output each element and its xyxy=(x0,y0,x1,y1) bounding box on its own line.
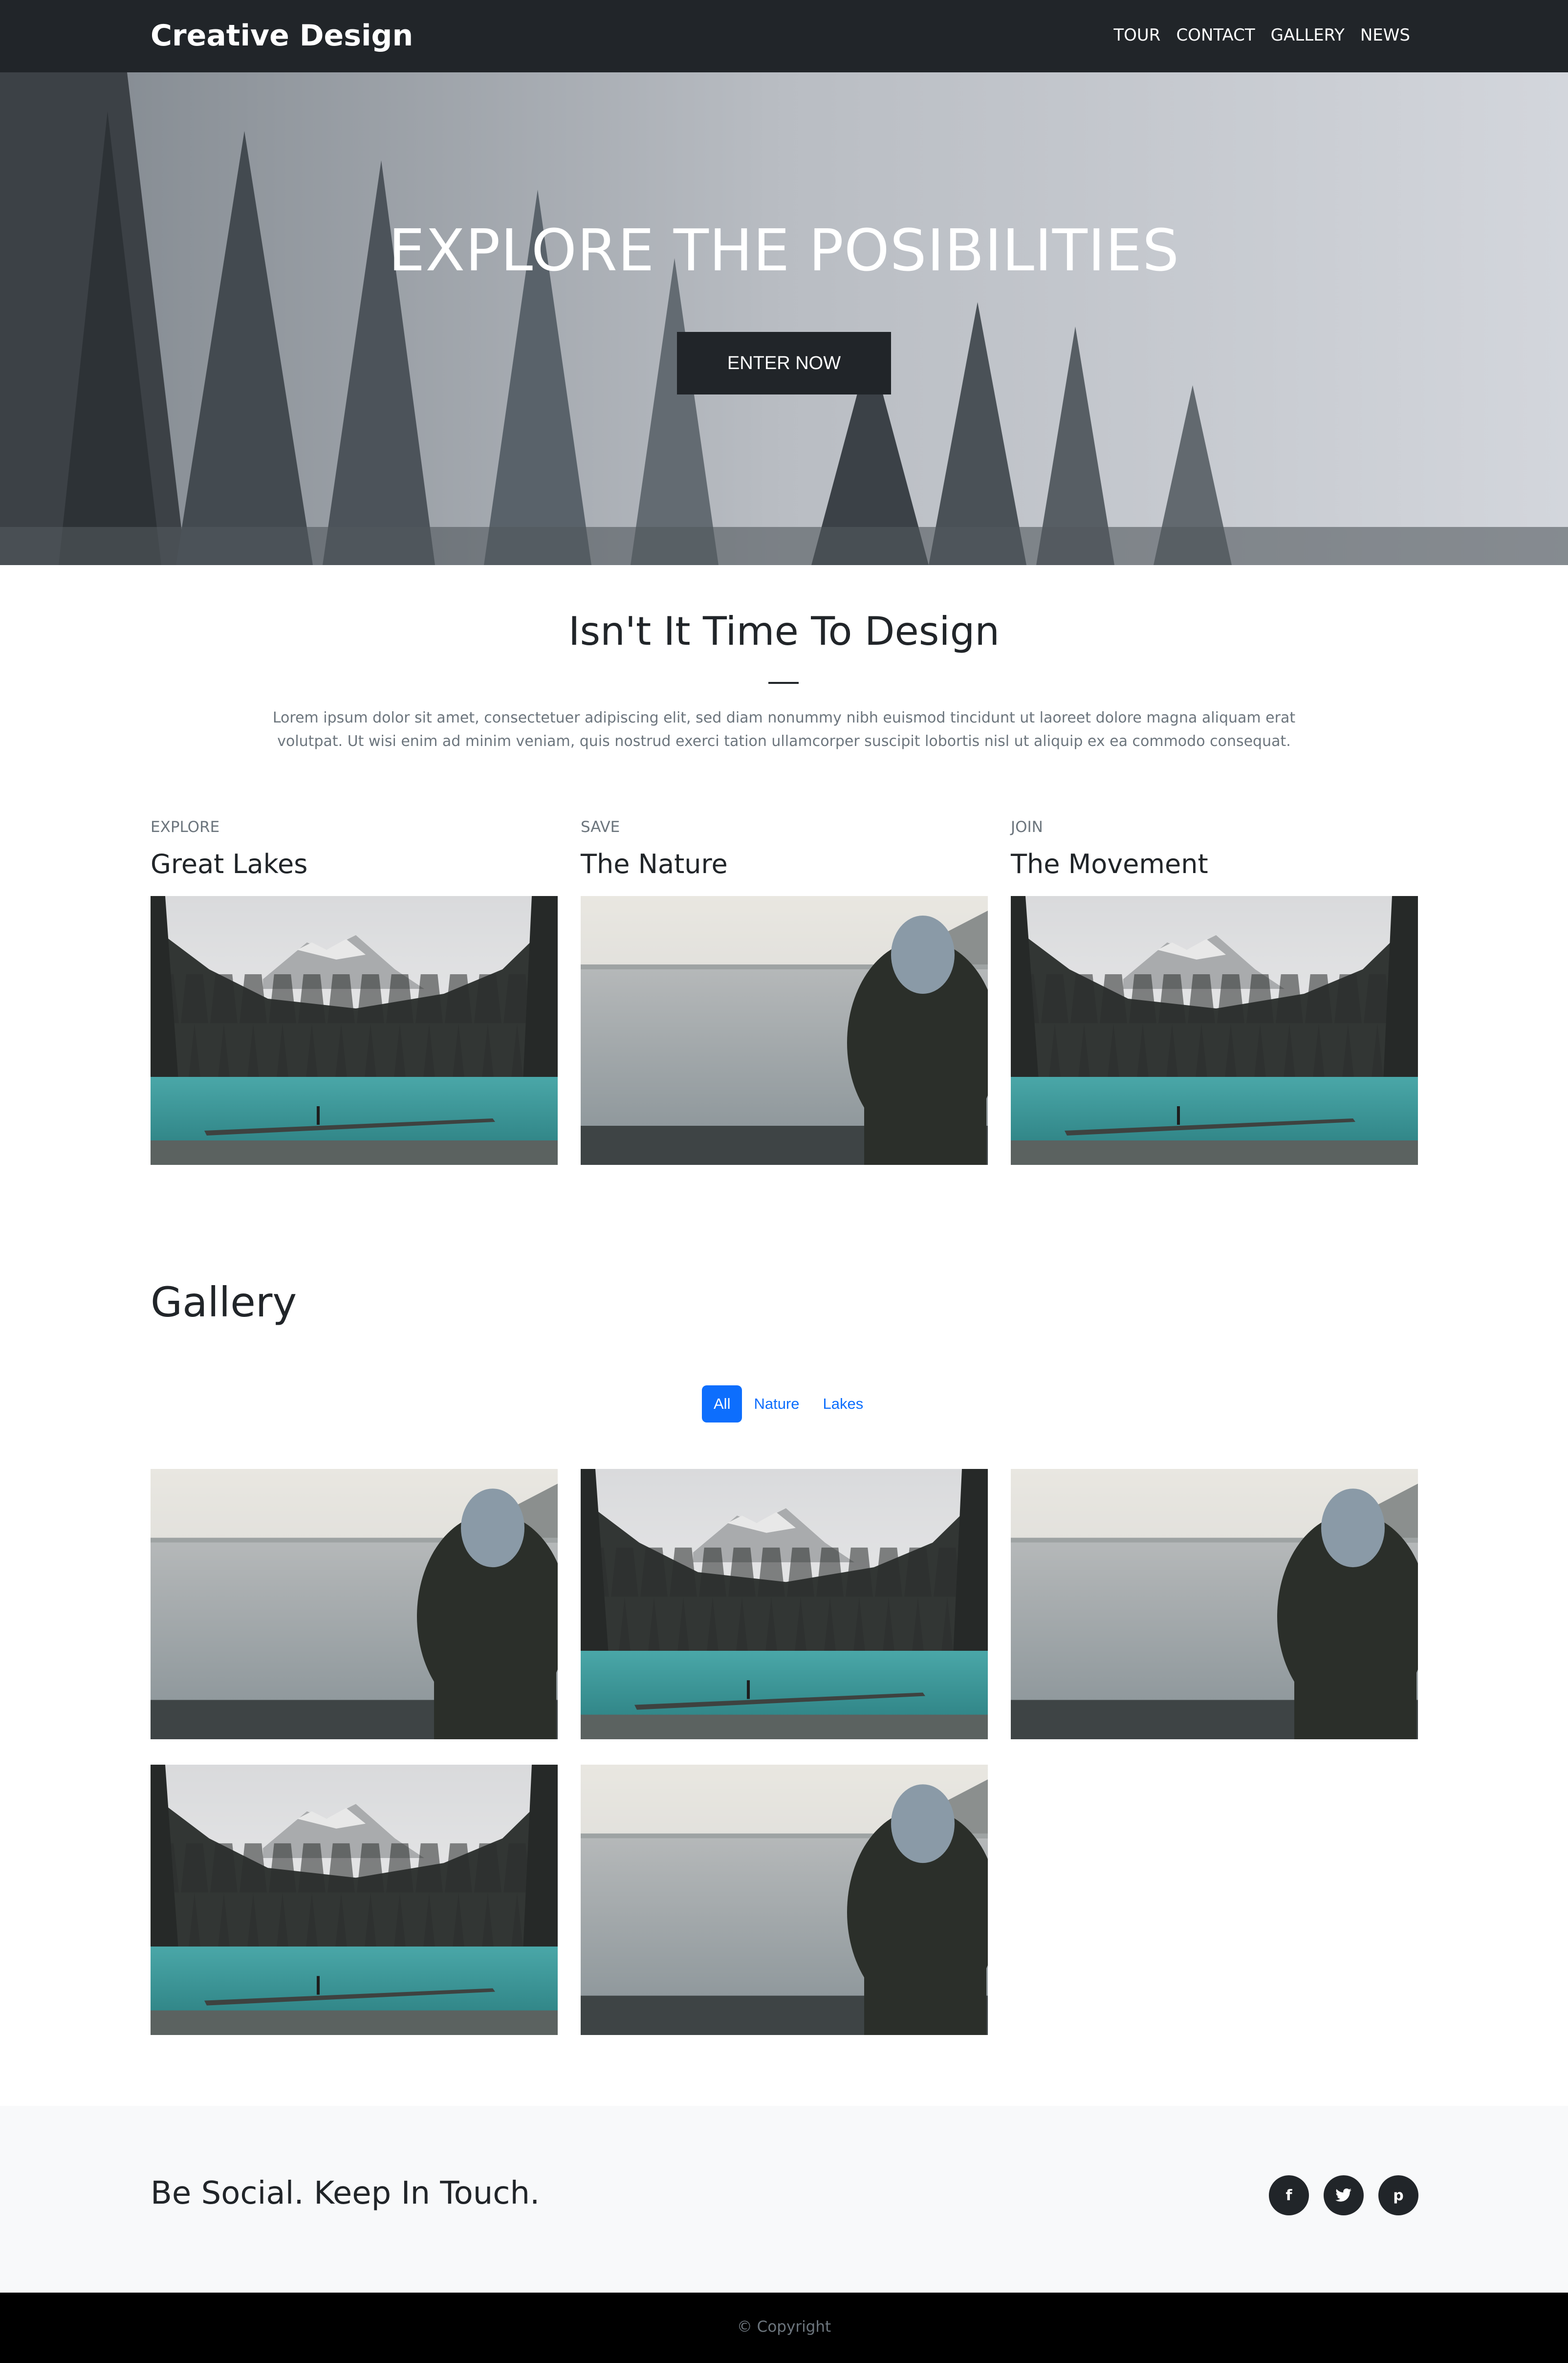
feature-eyebrow: EXPLORE xyxy=(151,818,220,836)
feature-card-save: SAVE The Nature xyxy=(581,816,988,882)
footer: © Copyright xyxy=(0,2293,1568,2363)
copyright-text: © Copyright xyxy=(737,2318,831,2336)
feature-image-hooded-person xyxy=(581,896,988,1165)
intro-heading: Isn't It Time To Design xyxy=(568,609,1000,654)
gallery-item-hooded-person[interactable] xyxy=(151,1469,558,1739)
filter-lakes-button[interactable]: Lakes xyxy=(811,1385,875,1422)
nav-links: TOUR CONTACT GALLERY NEWS xyxy=(1113,25,1410,45)
filter-all-button[interactable]: All xyxy=(702,1385,742,1422)
intro-text: Lorem ipsum dolor sit amet, consectetuer… xyxy=(272,709,1296,750)
social-title: Be Social. Keep In Touch. xyxy=(151,2175,540,2211)
feature-eyebrow: JOIN xyxy=(1011,818,1043,836)
feature-image-lake xyxy=(151,896,558,1165)
nav-link-tour[interactable]: TOUR xyxy=(1113,25,1160,45)
gallery-item-hooded-person[interactable] xyxy=(1011,1469,1418,1739)
brand-logo[interactable]: Creative Design xyxy=(151,19,413,53)
nav-link-contact[interactable]: CONTACT xyxy=(1176,25,1255,45)
feature-title: The Nature xyxy=(581,849,728,879)
feature-card-join: JOIN The Movement xyxy=(1011,816,1418,882)
twitter-icon[interactable] xyxy=(1324,2175,1364,2215)
nav-link-gallery[interactable]: GALLERY xyxy=(1271,25,1345,45)
social-section: Be Social. Keep In Touch. f p xyxy=(0,2106,1568,2293)
nav-link-news[interactable]: NEWS xyxy=(1360,25,1410,45)
intro-divider xyxy=(768,682,799,684)
enter-now-button[interactable]: ENTER NOW xyxy=(677,332,891,394)
hero-section: EXPLORE THE POSIBILITIES ENTER NOW xyxy=(0,72,1568,565)
filter-nature-button[interactable]: Nature xyxy=(742,1385,811,1422)
pinterest-icon[interactable]: p xyxy=(1378,2175,1418,2215)
gallery-filters: All Nature Lakes xyxy=(702,1385,875,1422)
gallery-item-lake[interactable] xyxy=(151,1765,558,2035)
facebook-icon[interactable]: f xyxy=(1269,2175,1309,2215)
feature-card-explore: EXPLORE Great Lakes xyxy=(151,816,558,882)
gallery-item-hooded-person[interactable] xyxy=(581,1765,988,2035)
hero-background-image xyxy=(0,72,1568,565)
feature-title: Great Lakes xyxy=(151,849,308,879)
gallery-item-lake[interactable] xyxy=(581,1469,988,1739)
feature-eyebrow: SAVE xyxy=(581,818,620,836)
feature-image-lake xyxy=(1011,896,1418,1165)
hero-title: EXPLORE THE POSIBILITIES xyxy=(388,217,1180,284)
gallery-heading: Gallery xyxy=(151,1278,297,1326)
feature-title: The Movement xyxy=(1011,849,1208,879)
navbar: Creative Design TOUR CONTACT GALLERY NEW… xyxy=(0,0,1568,72)
